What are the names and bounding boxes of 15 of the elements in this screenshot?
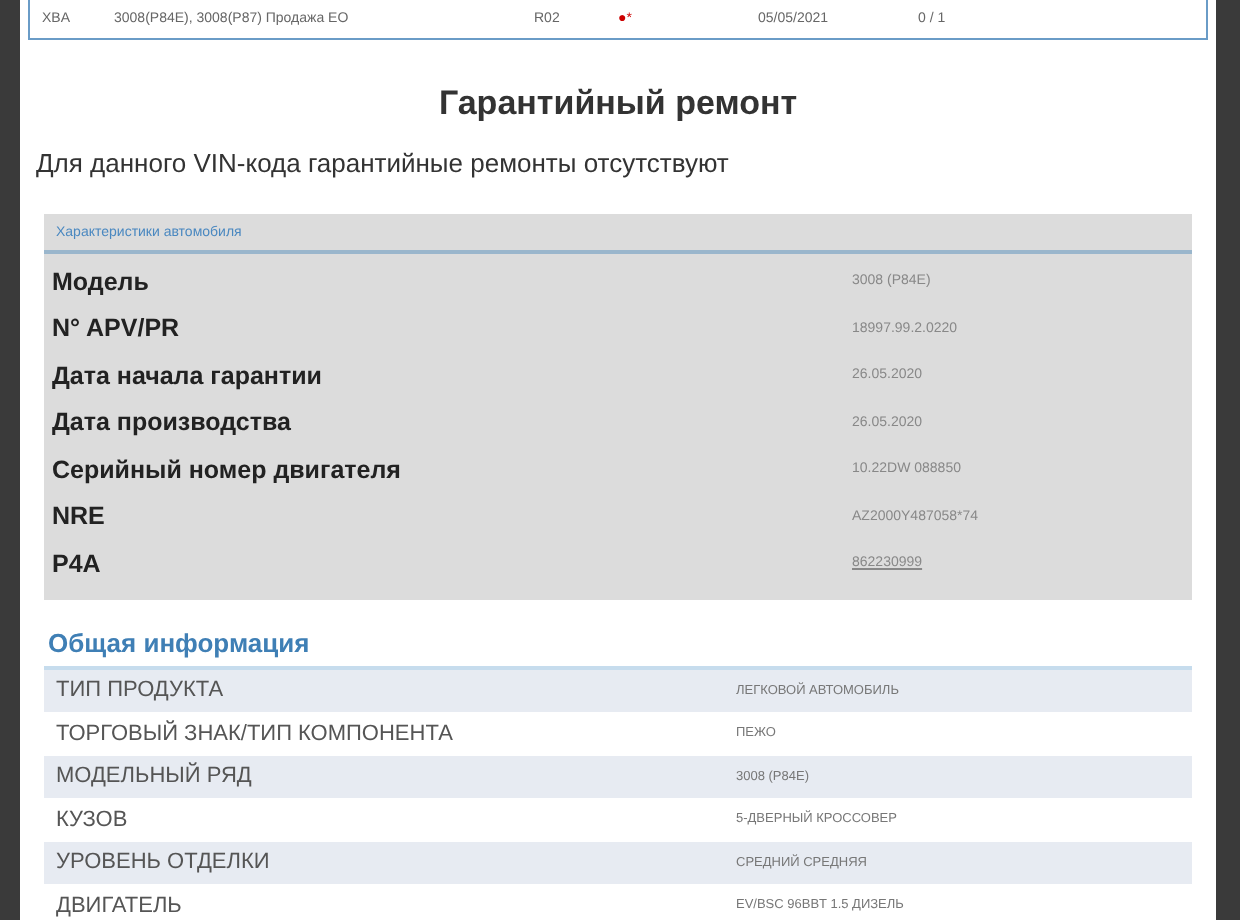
field-label: ТИП ПРОДУКТА [56, 678, 226, 703]
field-label: Модель [52, 267, 151, 296]
field-label: Дата производства [52, 408, 293, 437]
field-label: МОДЕЛЬНЫЙ РЯД [56, 764, 254, 789]
page-title: Гарантийный ремонт [436, 84, 800, 124]
field-label: КУЗОВ [56, 807, 130, 832]
field-label: P4A [52, 549, 103, 578]
field-label: УРОВЕНЬ ОТДЕЛКИ [56, 850, 272, 875]
field-label: N° APV/PR [52, 314, 182, 343]
field-label: Серийный номер двигателя [52, 455, 403, 484]
field-label: ДВИГАТЕЛЬ [56, 893, 184, 918]
field-label: NRE [52, 502, 107, 531]
field-label: Дата начала гарантии [52, 361, 324, 390]
notice-text: Для данного VIN-кода гарантийные ремонты отсутствуют [36, 148, 731, 178]
field-label: ТОРГОВЫЙ ЗНАК/ТИП КОМПОНЕНТА [56, 721, 455, 746]
